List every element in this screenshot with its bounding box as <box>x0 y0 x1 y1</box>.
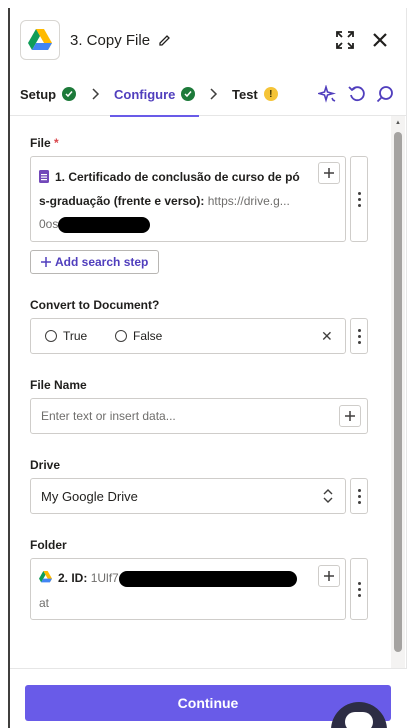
search-icon[interactable] <box>376 85 394 108</box>
plus-icon <box>345 411 355 421</box>
radio-circle <box>115 330 127 342</box>
radio-true-label: True <box>63 329 88 343</box>
required-marker: * <box>54 136 59 150</box>
panel-header: 3. Copy File <box>10 8 407 72</box>
folder-field[interactable]: 2. ID: 1Ulf7 at <box>30 558 346 620</box>
convert-label: Convert to Document? <box>30 298 160 312</box>
file-pill-line2: s-graduação (frente e verso): https://dr… <box>39 194 290 208</box>
more-vertical-icon <box>357 488 361 504</box>
form-doc-icon <box>39 170 49 183</box>
close-icon[interactable] <box>372 32 388 53</box>
file-value-id-prefix: 0os <box>39 217 59 232</box>
convert-field-menu[interactable] <box>350 318 368 354</box>
check-circle-icon <box>62 87 77 101</box>
more-vertical-icon <box>357 191 361 207</box>
convert-field: True False ✕ <box>30 318 346 354</box>
folder-pill-line2: at <box>39 596 49 610</box>
radio-false-label: False <box>133 329 163 343</box>
file-label-text: File <box>30 136 51 150</box>
scrollbar-thumb[interactable] <box>394 132 402 652</box>
folder-field-menu[interactable] <box>350 558 368 620</box>
tab-configure[interactable]: Configure <box>109 72 200 117</box>
file-name-placeholder: Enter text or insert data... <box>41 409 176 423</box>
tab-setup-label: Setup <box>20 86 57 102</box>
tab-test-label: Test <box>232 86 258 102</box>
google-drive-icon <box>39 571 52 583</box>
file-pill-line1: 1. Certificado de conclusão de curso de … <box>39 170 300 184</box>
file-pill-line3: 0os <box>39 217 151 233</box>
add-search-step-button[interactable]: Add search step <box>30 250 160 274</box>
configure-form: File * 1. Certificado de conclusão de cu… <box>10 116 407 668</box>
scroll-up-arrow-icon[interactable]: ▲ <box>394 120 402 126</box>
tab-setup[interactable]: Setup <box>20 72 77 116</box>
drive-value: My Google Drive <box>41 489 138 504</box>
radio-circle <box>45 330 57 342</box>
more-vertical-icon <box>357 328 361 344</box>
file-name-label: File Name <box>30 378 87 392</box>
add-search-step-label: Add search step <box>55 255 149 269</box>
check-circle-icon <box>181 87 196 101</box>
insert-data-button[interactable] <box>318 565 340 587</box>
warning-icon: ! <box>263 87 278 101</box>
clear-icon[interactable]: ✕ <box>321 328 333 345</box>
chevron-right-icon <box>210 87 218 105</box>
chevron-right-icon <box>92 87 100 105</box>
tab-configure-label: Configure <box>114 86 176 102</box>
step-editor-panel: 3. Copy File Setup Configure Test ! File… <box>8 8 407 728</box>
folder-pill-line1: 2. ID: 1Ulf7 <box>39 571 297 587</box>
folder-value-id-prefix: 1Ulf7 <box>90 571 119 586</box>
file-value-url: https://drive.g... <box>207 194 290 208</box>
drive-field-menu[interactable] <box>350 478 368 514</box>
step-title[interactable]: 3. Copy File <box>70 32 171 51</box>
insert-data-button[interactable] <box>318 162 340 184</box>
folder-value-suffix: at <box>39 596 50 610</box>
file-field[interactable]: 1. Certificado de conclusão de curso de … <box>30 156 346 242</box>
expand-icon[interactable] <box>336 31 354 54</box>
redacted-value <box>58 217 151 233</box>
insert-data-button[interactable] <box>339 405 361 427</box>
google-drive-icon <box>20 20 60 60</box>
file-label: File * <box>30 136 59 150</box>
file-name-input[interactable]: Enter text or insert data... <box>30 398 368 434</box>
radio-false[interactable]: False <box>115 329 162 343</box>
file-value-line2: s-graduação (frente e verso): <box>39 194 205 208</box>
refresh-icon[interactable] <box>348 85 366 108</box>
folder-label: Folder <box>30 538 67 552</box>
ai-sparkle-icon[interactable] <box>315 84 337 108</box>
step-title-text: 3. Copy File <box>70 32 151 49</box>
step-tabs: Setup Configure Test ! <box>10 72 407 117</box>
more-vertical-icon <box>357 581 361 597</box>
tab-test[interactable]: Test ! <box>232 72 278 116</box>
pencil-icon[interactable] <box>158 34 171 51</box>
plus-icon <box>41 257 51 267</box>
folder-value-step: 2. ID: <box>58 571 88 586</box>
radio-true[interactable]: True <box>45 329 87 343</box>
drive-select[interactable]: My Google Drive <box>30 478 346 514</box>
chevron-up-down-icon <box>323 489 333 508</box>
drive-label: Drive <box>30 458 61 472</box>
redacted-value <box>118 571 297 587</box>
file-field-menu[interactable] <box>350 156 368 242</box>
plus-icon <box>324 571 334 581</box>
plus-icon <box>324 168 334 178</box>
file-value-line1: 1. Certificado de conclusão de curso de … <box>55 170 300 184</box>
